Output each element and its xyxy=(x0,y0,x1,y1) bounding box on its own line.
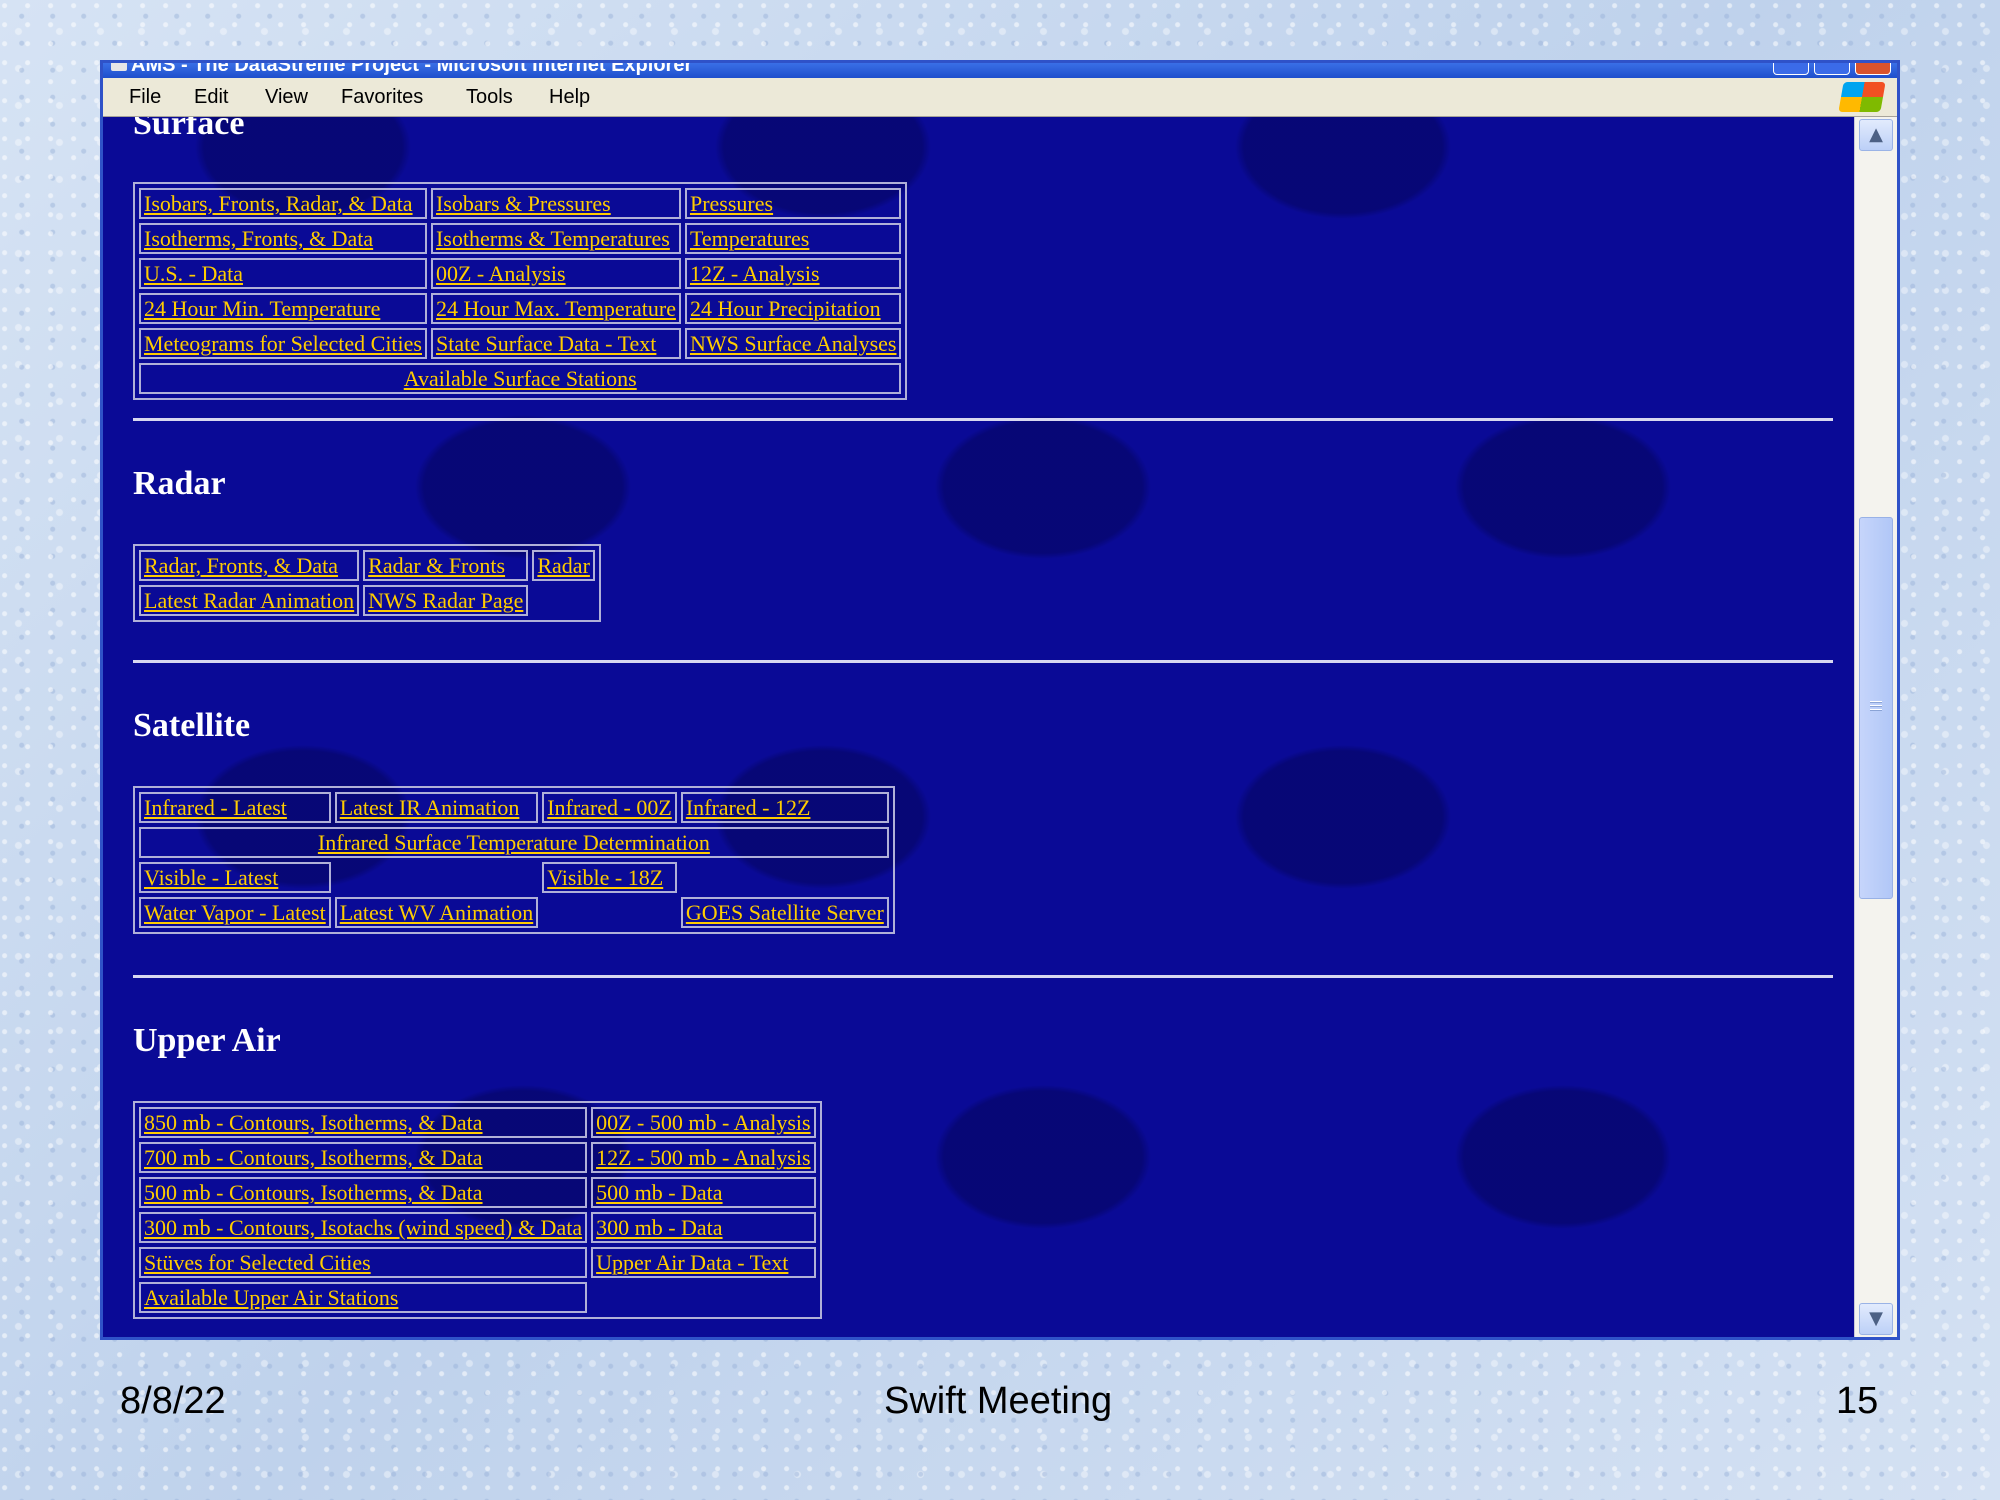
goes-satellite-server-link[interactable]: GOES Satellite Server xyxy=(686,900,884,925)
satellite-link[interactable]: Infrared - 12Z xyxy=(686,795,811,820)
surface-link[interactable]: Isotherms, Fronts, & Data xyxy=(144,226,373,251)
scroll-down-icon[interactable]: ▼ xyxy=(1859,1303,1893,1335)
satellite-link[interactable]: Latest WV Animation xyxy=(340,900,534,925)
maximize-button[interactable] xyxy=(1814,63,1850,75)
surface-link[interactable]: U.S. - Data xyxy=(144,261,243,286)
close-button[interactable] xyxy=(1855,63,1891,75)
scroll-up-icon[interactable]: ▲ xyxy=(1859,119,1893,151)
menu-favorites[interactable]: Favorites xyxy=(341,86,423,109)
satellite-link[interactable]: Visible - Latest xyxy=(144,865,278,890)
upper-air-link[interactable]: 850 mb - Contours, Isotherms, & Data xyxy=(144,1110,483,1135)
menu-edit[interactable]: Edit xyxy=(194,86,228,109)
radar-link[interactable]: NWS Radar Page xyxy=(368,588,523,613)
satellite-link[interactable]: Water Vapor - Latest xyxy=(144,900,326,925)
upper-air-link[interactable]: 300 mb - Contours, Isotachs (wind speed)… xyxy=(144,1215,582,1240)
ie-icon xyxy=(111,63,127,71)
upper-air-link[interactable]: 00Z - 500 mb - Analysis xyxy=(596,1110,811,1135)
satellite-link[interactable]: Infrared - 00Z xyxy=(547,795,672,820)
satellite-heading: Satellite xyxy=(133,707,251,744)
slide-date: 8/8/22 xyxy=(120,1380,226,1422)
section-divider xyxy=(133,975,1833,978)
satellite-link[interactable]: Latest IR Animation xyxy=(340,795,520,820)
slide-number: 15 xyxy=(1836,1380,1879,1422)
surface-link[interactable]: 00Z - Analysis xyxy=(436,261,566,286)
title-bar: AMS - The DataStreme Project - Microsoft… xyxy=(103,63,1897,78)
upper-air-heading: Upper Air xyxy=(133,1022,281,1059)
menu-file[interactable]: File xyxy=(129,86,161,109)
surface-links-table: Isobars, Fronts, Radar, & Data Isobars &… xyxy=(133,182,908,400)
available-upper-air-stations-link[interactable]: Available Upper Air Stations xyxy=(144,1285,398,1310)
satellite-link[interactable]: Visible - 18Z xyxy=(547,865,663,890)
vertical-scrollbar[interactable]: ▲ ▼ xyxy=(1854,117,1897,1337)
menu-help[interactable]: Help xyxy=(549,86,590,109)
surface-link[interactable]: Isotherms & Temperatures xyxy=(436,226,670,251)
menu-view[interactable]: View xyxy=(265,86,308,109)
surface-heading: Surface xyxy=(133,117,245,142)
upper-air-link[interactable]: 500 mb - Contours, Isotherms, & Data xyxy=(144,1180,483,1205)
upper-air-link[interactable]: Upper Air Data - Text xyxy=(596,1250,788,1275)
radar-link[interactable]: Radar & Fronts xyxy=(368,553,505,578)
surface-link[interactable]: State Surface Data - Text xyxy=(436,331,656,356)
radar-link[interactable]: Radar, Fronts, & Data xyxy=(144,553,338,578)
infrared-surface-temperature-link[interactable]: Infrared Surface Temperature Determinati… xyxy=(318,830,710,855)
upper-air-link[interactable]: 12Z - 500 mb - Analysis xyxy=(596,1145,811,1170)
satellite-link[interactable]: Infrared - Latest xyxy=(144,795,287,820)
upper-air-link[interactable]: Stüves for Selected Cities xyxy=(144,1250,371,1275)
window-title: AMS - The DataStreme Project - Microsoft… xyxy=(131,60,693,76)
surface-link[interactable]: 24 Hour Min. Temperature xyxy=(144,296,380,321)
minimize-button[interactable] xyxy=(1773,63,1809,75)
section-divider xyxy=(133,418,1833,421)
surface-link[interactable]: 24 Hour Max. Temperature xyxy=(436,296,676,321)
page-content: Surface Isobars, Fronts, Radar, & Data I… xyxy=(103,117,1855,1337)
section-divider xyxy=(133,660,1833,663)
scrollbar-thumb[interactable] xyxy=(1859,517,1893,899)
surface-link[interactable]: Meteograms for Selected Cities xyxy=(144,331,422,356)
menu-bar: File Edit View Favorites Tools Help xyxy=(103,78,1897,117)
grip-icon xyxy=(1870,701,1882,713)
slide-title: Swift Meeting xyxy=(884,1380,1113,1422)
available-surface-stations-link[interactable]: Available Surface Stations xyxy=(404,366,637,391)
surface-link[interactable]: NWS Surface Analyses xyxy=(690,331,897,356)
upper-air-links-table: 850 mb - Contours, Isotherms, & Data 00Z… xyxy=(133,1101,822,1319)
upper-air-link[interactable]: 300 mb - Data xyxy=(596,1215,722,1240)
radar-heading: Radar xyxy=(133,465,226,502)
surface-link[interactable]: Isobars, Fronts, Radar, & Data xyxy=(144,191,413,216)
windows-logo-icon xyxy=(1838,82,1886,112)
surface-link[interactable]: Isobars & Pressures xyxy=(436,191,611,216)
surface-link[interactable]: 12Z - Analysis xyxy=(690,261,820,286)
radar-link[interactable]: Radar xyxy=(537,553,590,578)
surface-link[interactable]: Pressures xyxy=(690,191,773,216)
upper-air-link[interactable]: 500 mb - Data xyxy=(596,1180,722,1205)
surface-link[interactable]: Temperatures xyxy=(690,226,809,251)
satellite-links-table: Infrared - Latest Latest IR Animation In… xyxy=(133,786,895,934)
radar-links-table: Radar, Fronts, & Data Radar & Fronts Rad… xyxy=(133,544,601,622)
radar-link[interactable]: Latest Radar Animation xyxy=(144,588,354,613)
surface-link[interactable]: 24 Hour Precipitation xyxy=(690,296,881,321)
menu-tools[interactable]: Tools xyxy=(466,86,513,109)
browser-window: AMS - The DataStreme Project - Microsoft… xyxy=(100,60,1900,1340)
upper-air-link[interactable]: 700 mb - Contours, Isotherms, & Data xyxy=(144,1145,483,1170)
